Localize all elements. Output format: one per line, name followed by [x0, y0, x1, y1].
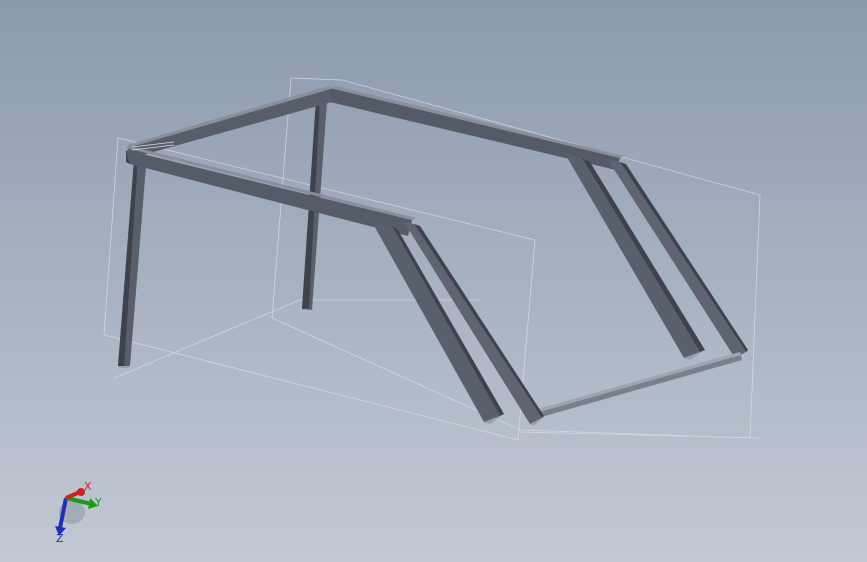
3d-model-viewport[interactable] [0, 0, 867, 562]
plane-diagonal [519, 431, 761, 439]
front-left-post[interactable] [118, 158, 146, 368]
front-inner-diagonal-strut[interactable] [372, 222, 504, 424]
cross-tube[interactable] [535, 352, 742, 418]
